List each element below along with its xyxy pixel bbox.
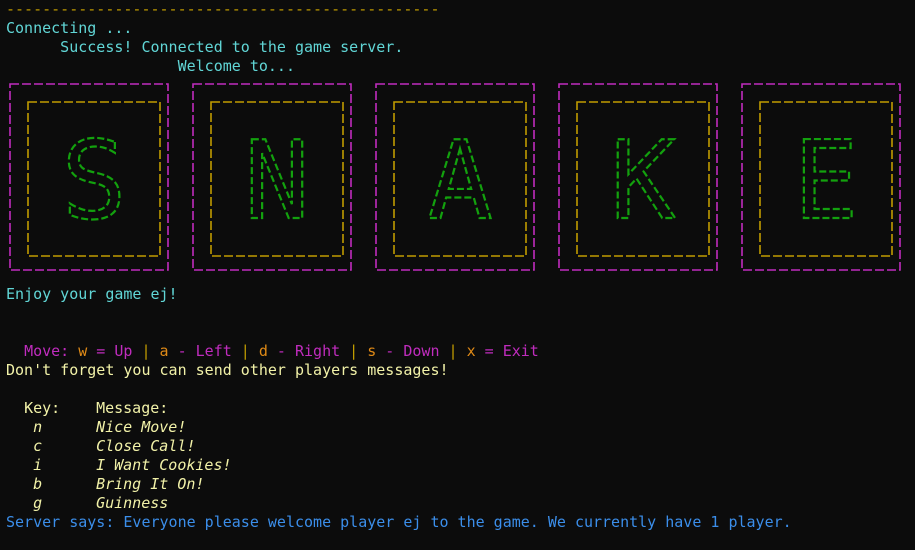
controls-separator: | [231,342,259,360]
message-row: b Bring It On! [6,456,204,493]
control-key-exit: x [466,342,476,360]
banner-tile: N [192,83,352,271]
banner-tile: E [741,83,901,271]
banner-tile: S [9,83,169,271]
success-text: Success! Connected to the game server. [6,38,404,56]
controls-line: Move: w = Up | a - Left | d - Right | s … [6,323,539,360]
controls-label: Move: [24,342,79,360]
control-key-right: d [258,342,268,360]
control-key-down: s [367,342,377,360]
controls-separator: | [340,342,368,360]
server-message: Server says: Everyone please welcome pla… [6,513,792,531]
top-rule: ----------------------------------------… [6,0,440,18]
greeting-text: Enjoy your game ej! [6,285,178,303]
controls-separator: | [439,342,467,360]
control-text-down: - Down [376,342,440,360]
welcome-text: Welcome to... [6,57,295,75]
control-key-up: w [78,342,88,360]
banner-letter: S [61,119,126,244]
control-text-exit: = Exit [475,342,539,360]
banner-letter: E [793,119,858,244]
banner-letter: K [610,119,675,244]
control-key-left: a [159,342,169,360]
control-text-up: = Up [87,342,133,360]
banner-letter: N [244,119,309,244]
banner-tile: K [558,83,718,271]
control-text-left: - Left [168,342,232,360]
connecting-text: Connecting ... [6,19,133,37]
message-key: g [33,494,43,512]
messages-header: Key: Message: [6,380,168,417]
controls-separator: | [132,342,160,360]
message-row: iI Want Cookies! [6,437,231,474]
message-row: c Close Call! [6,418,195,455]
messages-intro: Don't forget you can send other players … [6,361,449,379]
control-text-right: - Right [267,342,341,360]
message-text: Guinness [96,494,169,512]
message-row: n Nice Move! [6,399,186,436]
banner-letter: A [427,119,492,244]
banner-tile: A [375,83,535,271]
snake-ascii-banner: SNAKE [6,76,904,276]
message-row: g Guinness [6,475,168,512]
